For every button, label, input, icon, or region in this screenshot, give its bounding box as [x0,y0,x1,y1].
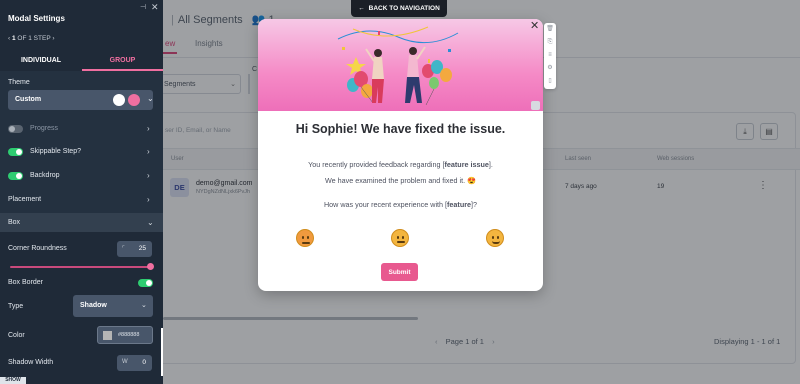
feedback-line-1: You recently provided feedback regarding… [258,160,543,169]
step-number: 1 [11,35,16,42]
settings-panel: Modal Settings ⊣ ✕ ‹ 1 OF 1 STEP › INDIV… [0,0,163,384]
backdrop-toggle[interactable] [8,172,23,180]
backdrop-label: Backdrop [30,172,60,179]
back-to-navigation-button[interactable]: ← BACK TO NAVIGATION [351,0,447,17]
corner-roundness-value: 25 [138,245,146,252]
celebration-illustration [337,26,459,106]
close-icon[interactable]: ✕ [530,19,539,32]
back-to-navigation-label: BACK TO NAVIGATION [368,5,440,12]
resize-handle[interactable] [531,101,540,110]
color-input[interactable]: #888888 [97,326,153,344]
hero-illustration [258,19,543,111]
copy-icon[interactable]: ⎘ [544,36,556,49]
prev-step-icon[interactable]: ‹ [8,35,10,42]
submit-button[interactable]: Submit [381,263,418,281]
color-label: Color [8,332,25,339]
theme-select[interactable]: Custom ⌄ [8,90,154,110]
width-icon: W [122,359,128,365]
show-tab[interactable]: SHOW [0,377,26,384]
step-total: OF 1 STEP [17,35,51,42]
placement-label[interactable]: Placement [8,196,41,203]
delete-icon[interactable]: 🗑 [544,23,556,36]
step-navigator: ‹ 1 OF 1 STEP › [8,35,55,42]
corner-roundness-slider[interactable] [10,266,152,268]
chevron-right-icon[interactable]: › [147,124,150,133]
chevron-right-icon[interactable]: › [147,195,150,204]
panel-scrollbar[interactable] [161,328,163,376]
corner-icon: ⌜ [122,246,125,252]
close-icon[interactable]: ✕ [151,2,159,13]
box-border-label: Box Border [8,279,44,286]
line3-text: How was your recent experience with [ [323,200,448,209]
chevron-right-icon[interactable]: › [147,171,150,180]
line1-text: You recently provided feedback regarding… [308,160,445,169]
skippable-toggle[interactable] [8,148,23,156]
skippable-label: Skippable Step? [30,148,81,155]
corner-roundness-label: Corner Roundness [8,245,67,252]
white-swatch [113,94,125,106]
panel-title: Modal Settings [8,14,65,23]
modal-heading: Hi Sophie! We have fixed the issue. [295,122,506,136]
shadow-width-value: 0 [142,359,146,366]
pin-icon[interactable]: ⊣ [140,3,146,11]
type-label: Type [8,303,24,310]
shadow-width-input[interactable]: W 0 [117,355,152,371]
corner-roundness-input[interactable]: ⌜ 25 [117,241,152,257]
pink-swatch [128,94,140,106]
feedback-modal: ✕ Hi Sophie! We have fixed the issue. Yo… [258,19,543,291]
modal-toolbar: 🗑 ⎘ ≡ ⚙ ▯ [544,23,556,89]
theme-label: Theme [8,79,30,86]
line3-end: ]? [471,200,477,209]
feedback-line-3: How was your recent experience with [fea… [258,200,543,209]
slider-handle[interactable] [147,263,154,270]
box-label: Box [8,219,21,226]
line1-end: ]. [488,160,493,169]
chevron-down-icon: ⌄ [147,94,154,103]
shadow-type-value: Shadow [80,302,107,309]
tab-individual[interactable]: INDIVIDUAL [0,53,82,71]
bookmark-icon[interactable]: ▯ [544,75,556,88]
next-step-icon[interactable]: › [52,35,54,42]
angry-face-icon[interactable] [296,229,314,247]
shadow-type-select[interactable]: Shadow ⌄ [73,295,153,317]
chevron-down-icon: ⌄ [141,302,147,309]
progress-label: Progress [30,125,59,132]
shadow-width-label: Shadow Width [8,359,54,366]
line1-bold: feature issue [444,160,489,169]
happy-face-icon[interactable] [486,229,504,247]
panel-tabs: INDIVIDUAL GROUP [0,53,163,71]
box-border-toggle[interactable] [138,279,153,287]
box-section-header[interactable] [0,213,163,232]
color-swatch[interactable] [103,331,112,340]
align-icon[interactable]: ≡ [544,49,556,62]
line3-bold: feature [447,200,471,209]
neutral-face-icon[interactable] [391,229,409,247]
settings-icon[interactable]: ⚙ [544,62,556,75]
chevron-down-icon[interactable]: ⌄ [147,218,154,227]
chevron-right-icon[interactable]: › [147,147,150,156]
theme-value: Custom [15,96,42,103]
progress-toggle[interactable] [8,125,23,133]
color-value: #888888 [118,332,140,338]
feedback-line-2: We have examined the problem and fixed i… [324,176,477,185]
arrow-left-icon: ← [358,5,365,12]
